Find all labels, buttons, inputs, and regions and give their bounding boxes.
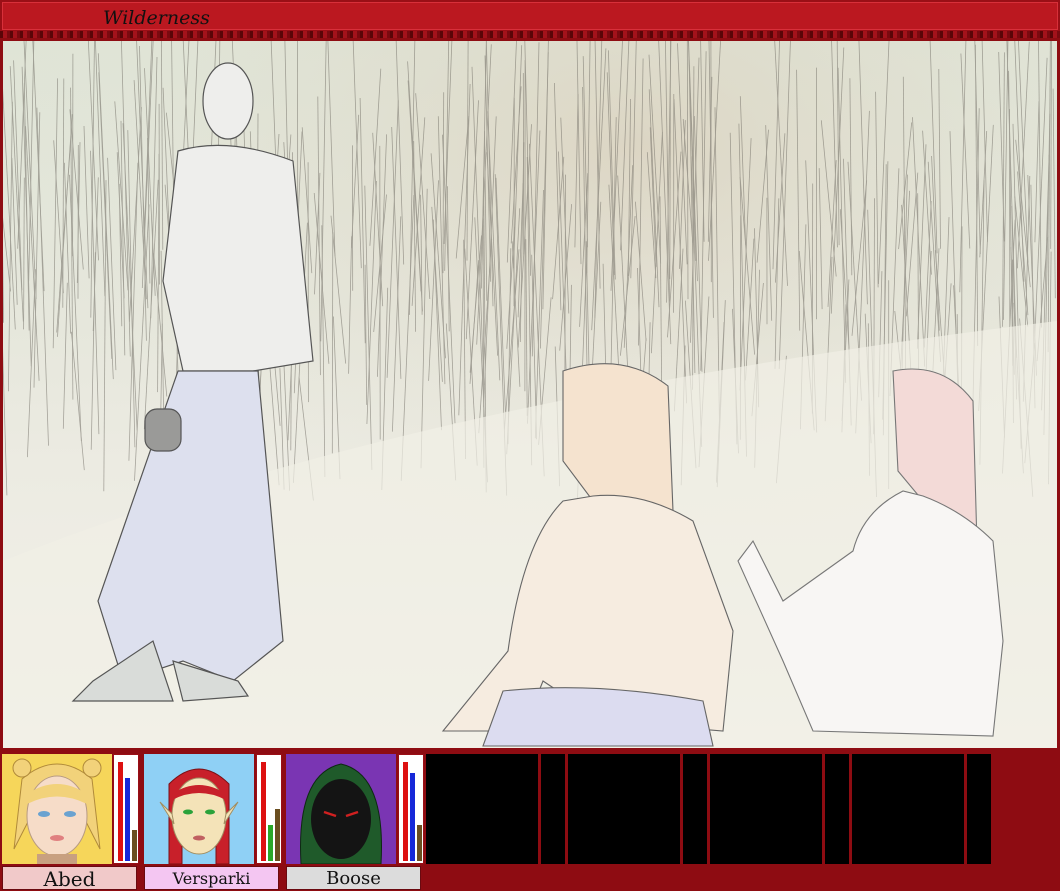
slot-divider	[852, 864, 991, 866]
party-member-portrait[interactable]	[2, 754, 112, 864]
slot-divider	[426, 864, 565, 866]
scene-illustration	[3, 41, 1057, 748]
party-member-nameplate[interactable]: Versparki	[144, 866, 279, 890]
slot-divider	[822, 754, 825, 864]
scene-frame	[0, 38, 1060, 751]
party-member-stats	[398, 754, 424, 864]
party-member-stats	[256, 754, 282, 864]
stat-bar	[125, 778, 130, 861]
stat-bar	[268, 825, 273, 861]
abed-portrait	[2, 754, 112, 864]
slot-divider	[964, 754, 967, 864]
empty-party-slot[interactable]	[710, 754, 849, 864]
slot-divider	[710, 864, 849, 866]
slot-divider	[538, 754, 541, 864]
scene-view[interactable]	[3, 41, 1057, 748]
empty-party-slot[interactable]	[426, 754, 565, 864]
stat-bar	[118, 762, 123, 861]
stat-bar	[261, 762, 266, 861]
stat-bar	[417, 825, 422, 861]
title-bar-border	[0, 31, 1060, 38]
versparki-portrait	[144, 754, 254, 865]
stat-bar	[410, 773, 415, 861]
stat-bar	[275, 809, 280, 861]
party-member-portrait[interactable]	[286, 754, 396, 865]
party-member-nameplate[interactable]: Abed	[2, 866, 137, 891]
slot-divider	[680, 754, 683, 864]
location-title: Wilderness	[103, 7, 210, 29]
title-bar-panel: Wilderness	[2, 2, 1058, 30]
party-member-nameplate[interactable]: Boose	[286, 866, 421, 890]
boose-portrait	[286, 754, 396, 865]
location-title-bar: Wilderness	[0, 0, 1060, 38]
party-member-name: Versparki	[172, 869, 251, 888]
party-member-portrait[interactable]	[144, 754, 254, 865]
stat-bar	[403, 762, 408, 861]
empty-party-slot[interactable]	[568, 754, 707, 864]
party-member-name: Abed	[43, 867, 96, 891]
party-panel: Abed Versparki Boose	[0, 751, 1060, 891]
slot-divider	[568, 864, 707, 866]
party-member-stats	[113, 754, 139, 864]
empty-party-slot[interactable]	[852, 754, 991, 864]
grass-stroke	[331, 232, 334, 454]
stat-bar	[132, 830, 137, 861]
party-member-name: Boose	[326, 868, 381, 889]
